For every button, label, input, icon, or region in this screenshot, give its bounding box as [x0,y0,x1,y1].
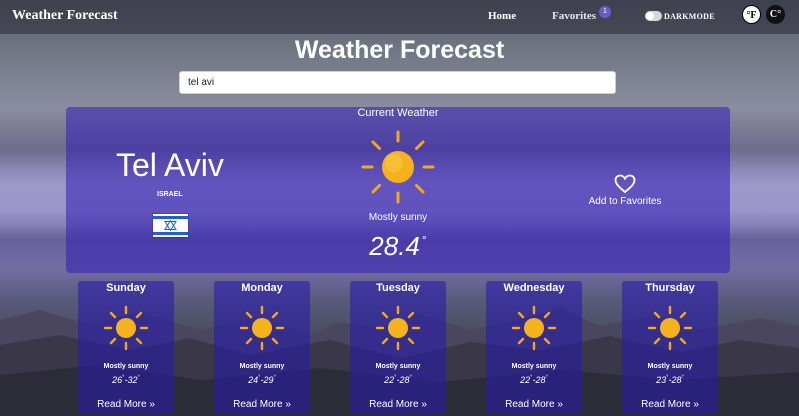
navbar: Weather Forecast Home Favorites 1 DARKMO… [0,0,799,34]
forecast-condition: Mostly sunny [511,363,557,370]
current-weather-card: Current Weather Tel Aviv ISRAEL Mostly s… [66,107,730,273]
forecast-temp-range: 24°-29° [248,375,276,385]
current-weather-label: Current Weather [357,107,439,119]
city-search-input[interactable] [179,71,616,94]
sun-icon [511,305,557,351]
forecast-condition: Mostly sunny [239,363,285,370]
nav-favorites-link[interactable]: Favorites [552,10,596,22]
read-more-link[interactable]: Read More » [622,399,718,410]
forecast-temp-range: 22°-28° [520,375,548,385]
read-more-link[interactable]: Read More » [214,399,310,410]
read-more-link[interactable]: Read More » [486,399,582,410]
current-temperature: 28.4 ° [369,231,427,261]
forecast-day-name: Wednesday [503,282,565,294]
toggle-knob [646,12,654,20]
nav-home-link[interactable]: Home [488,10,516,22]
sun-icon [647,305,693,351]
sun-icon [361,130,435,204]
celsius-button[interactable]: C° [766,5,785,24]
page-title: Weather Forecast [294,36,505,64]
forecast-card: Sunday Mostly sunny 26°-32° Read More » [78,281,174,413]
heart-icon[interactable] [614,174,636,194]
read-more-link[interactable]: Read More » [78,399,174,410]
forecast-day-name: Thursday [645,282,695,294]
fahrenheit-button[interactable]: °F [742,5,761,24]
country-name: ISRAEL [157,191,183,198]
current-condition: Mostly sunny [368,212,428,223]
forecast-temp-range: 23°-28° [656,375,684,385]
read-more-link[interactable]: Read More » [350,399,446,410]
forecast-day-name: Tuesday [376,282,420,294]
sun-icon [375,305,421,351]
add-to-favorites-button[interactable]: Add to Favorites [575,196,675,207]
forecast-temp-range: 26°-32° [112,375,140,385]
forecast-card: Thursday Mostly sunny 23°-28° Read More … [622,281,718,413]
forecast-condition: Mostly sunny [647,363,693,370]
forecast-card: Monday Mostly sunny 24°-29° Read More » [214,281,310,413]
forecast-condition: Mostly sunny [375,363,421,370]
brand-logo[interactable]: Weather Forecast [12,8,118,24]
forecast-card: Tuesday Mostly sunny 22°-28° Read More » [350,281,446,413]
city-name: Tel Aviv [116,147,224,183]
sun-icon [239,305,285,351]
darkmode-label: DARKMODE [664,12,715,21]
forecast-condition: Mostly sunny [103,363,149,370]
israel-flag-icon [153,214,188,237]
forecast-temp-range: 22°-28° [384,375,412,385]
forecast-day-name: Sunday [106,282,146,294]
forecast-card: Wednesday Mostly sunny 22°-28° Read More… [486,281,582,413]
favorites-count-badge: 1 [599,6,611,18]
sun-icon [103,305,149,351]
forecast-day-name: Monday [241,282,283,294]
darkmode-toggle[interactable] [645,11,662,21]
